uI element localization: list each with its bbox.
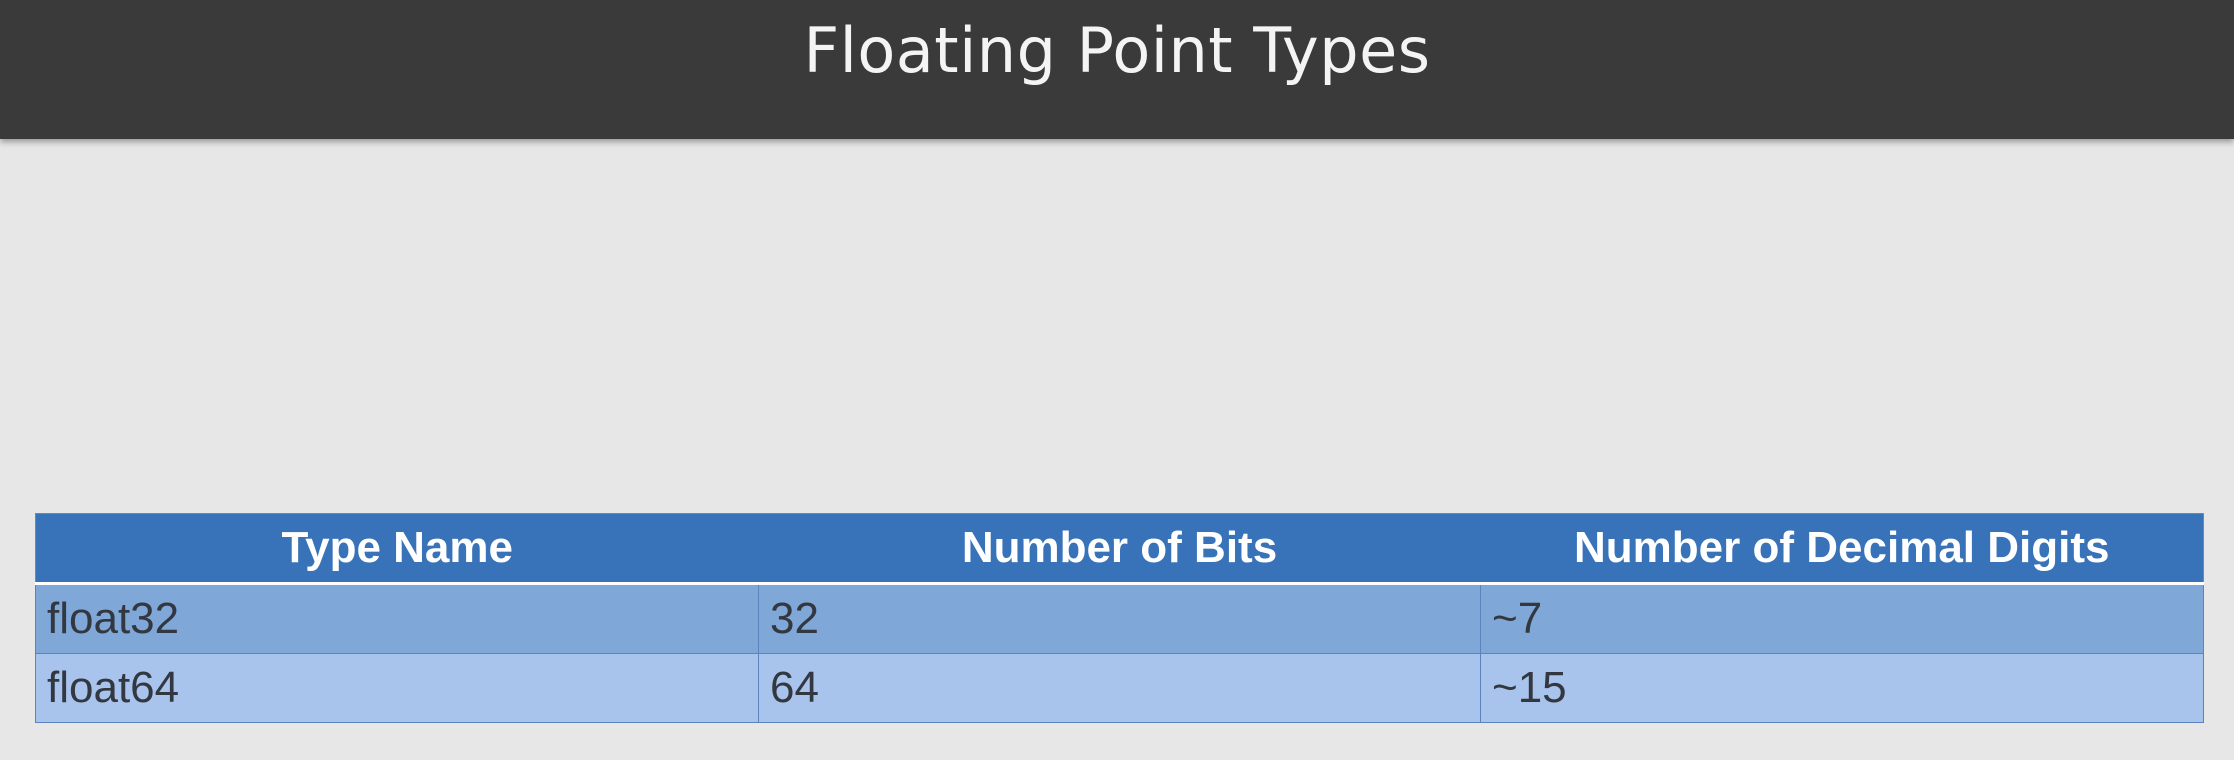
cell-number-of-bits: 64	[758, 653, 1481, 723]
cell-decimal-digits: ~7	[1480, 583, 2204, 654]
slide-title: Floating Point Types	[803, 14, 1431, 87]
header-row: Type Name Number of Bits Number of Decim…	[35, 513, 2204, 585]
title-bar: Floating Point Types	[0, 0, 2234, 139]
slide: Floating Point Types Type Name Number of…	[0, 0, 2234, 760]
floating-point-types-table: Type Name Number of Bits Number of Decim…	[35, 513, 2204, 723]
table-container: Type Name Number of Bits Number of Decim…	[35, 513, 2204, 723]
table-header: Type Name Number of Bits Number of Decim…	[35, 513, 2204, 585]
header-number-of-bits: Number of Bits	[758, 513, 1481, 585]
cell-decimal-digits: ~15	[1480, 653, 2204, 723]
table-row: float32 32 ~7	[35, 583, 2204, 654]
cell-number-of-bits: 32	[758, 583, 1481, 654]
header-number-of-decimal-digits: Number of Decimal Digits	[1480, 513, 2204, 585]
cell-type-name: float32	[35, 583, 759, 654]
header-type-name: Type Name	[35, 513, 759, 585]
table-body: float32 32 ~7 float64 64 ~15	[35, 583, 2204, 723]
cell-type-name: float64	[35, 653, 759, 723]
table-row: float64 64 ~15	[35, 653, 2204, 723]
